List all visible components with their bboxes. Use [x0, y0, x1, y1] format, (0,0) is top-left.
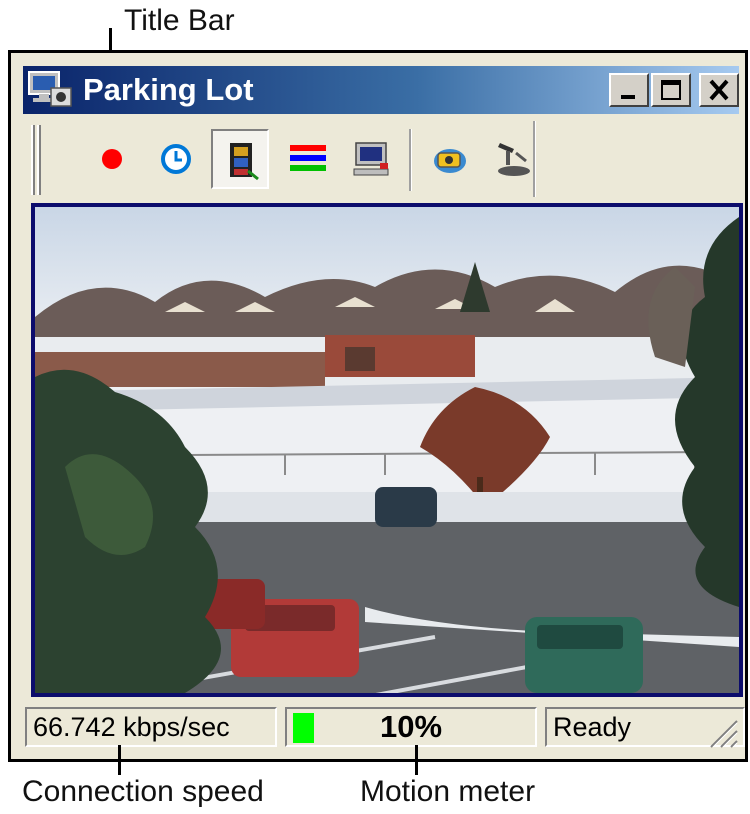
live-camera-feed-image	[35, 207, 739, 693]
schedule-button[interactable]	[147, 129, 205, 189]
window-title: Parking Lot	[83, 72, 254, 107]
motion-meter-leader-line	[415, 745, 418, 775]
toolbar	[23, 119, 739, 199]
status-bar: 66.742 kbps/sec 10% Ready	[23, 703, 745, 749]
maximize-icon	[661, 80, 681, 100]
connection-speed-callout: Connection speed	[22, 775, 264, 808]
pan-tilt-camera-icon	[498, 143, 530, 176]
toolbar-grip-handle[interactable]	[31, 125, 41, 195]
display-button[interactable]	[343, 129, 401, 189]
record-button[interactable]	[83, 129, 141, 189]
resize-grip-icon[interactable]	[703, 713, 739, 749]
toolbar-separator	[409, 129, 412, 191]
clock-icon	[161, 144, 191, 174]
motion-meter-callout: Motion meter	[360, 775, 536, 808]
close-button[interactable]	[699, 73, 739, 107]
toolbar-end-separator	[533, 121, 536, 197]
color-bars-icon	[290, 145, 326, 171]
camera-monitor-icon	[27, 70, 73, 110]
record-dot-icon	[102, 149, 122, 169]
connection-speed-leader-line	[118, 745, 121, 775]
motion-meter-value: 10%	[379, 709, 443, 744]
filmstrip-icon	[230, 143, 259, 181]
connection-speed-pane: 66.742 kbps/sec	[25, 707, 277, 747]
motion-meter-pane: 10%	[285, 707, 537, 747]
title-bar[interactable]: Parking Lot	[23, 66, 739, 114]
color-adjust-button[interactable]	[279, 129, 337, 189]
video-mode-button[interactable]	[211, 129, 269, 189]
close-icon	[709, 79, 729, 101]
computer-monitor-icon	[353, 142, 389, 176]
minimize-button[interactable]	[609, 73, 649, 107]
camera-snapshot-icon	[434, 149, 466, 173]
live-camera-feed[interactable]	[31, 203, 743, 697]
minimize-icon	[621, 95, 635, 99]
snapshot-button[interactable]	[421, 129, 479, 189]
camera-window: Parking Lot 66.742 kbps/sec 10% Ready	[8, 50, 748, 762]
title-bar-callout: Title Bar	[124, 4, 235, 37]
maximize-button[interactable]	[651, 73, 691, 107]
